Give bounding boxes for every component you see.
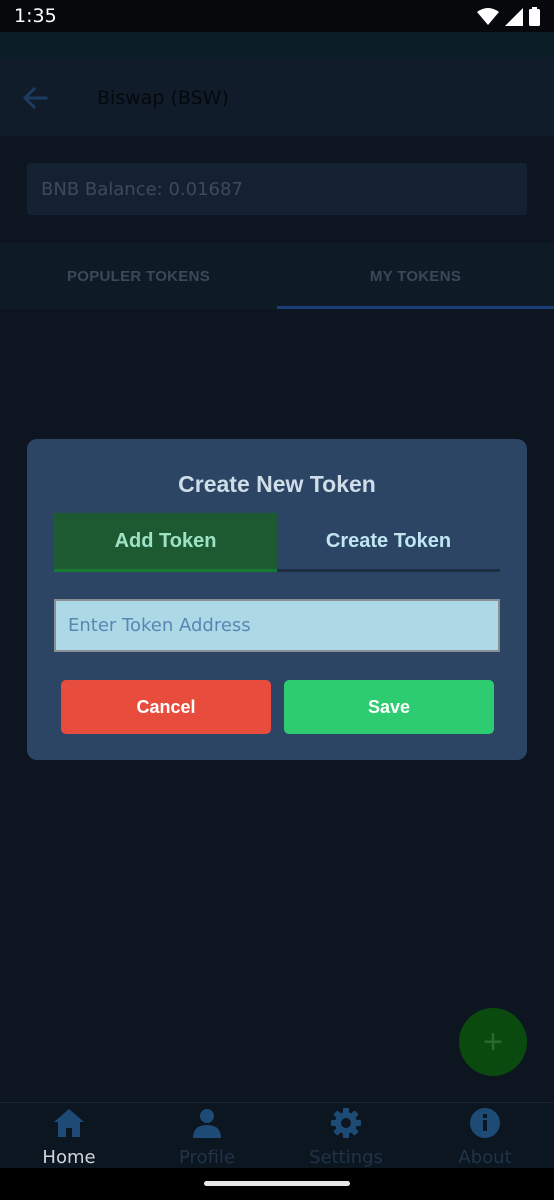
- nav-home-label: Home: [42, 1147, 96, 1168]
- tab-add-token[interactable]: Add Token: [54, 513, 277, 572]
- nav-profile[interactable]: Profile: [138, 1103, 276, 1169]
- info-icon: [470, 1108, 500, 1138]
- token-address-input[interactable]: [54, 599, 500, 652]
- battery-icon: [529, 7, 540, 26]
- home-icon: [54, 1109, 84, 1137]
- add-token-fab[interactable]: +: [459, 1008, 527, 1076]
- nav-home[interactable]: Home: [0, 1103, 138, 1169]
- cancel-button[interactable]: Cancel: [61, 680, 271, 734]
- token-tabs: POPULER TOKENS MY TOKENS: [0, 243, 554, 309]
- tab-popular-tokens[interactable]: POPULER TOKENS: [0, 243, 277, 309]
- status-bar: [0, 0, 554, 32]
- app-bar: [0, 58, 554, 136]
- tab-create-token[interactable]: Create Token: [277, 513, 500, 572]
- gear-icon: [331, 1108, 361, 1138]
- create-token-dialog: Create New Token Add Token Create Token …: [27, 439, 527, 760]
- plus-icon: +: [483, 1022, 503, 1061]
- nav-settings-label: Settings: [309, 1147, 383, 1168]
- top-band: [0, 32, 554, 58]
- nav-profile-label: Profile: [179, 1147, 235, 1168]
- person-icon: [193, 1109, 221, 1138]
- balance-text: BNB Balance: 0.01687: [41, 179, 243, 200]
- gesture-handle[interactable]: [204, 1181, 350, 1186]
- status-time: 1:35: [14, 5, 57, 27]
- nav-settings[interactable]: Settings: [277, 1103, 415, 1169]
- save-button[interactable]: Save: [284, 680, 494, 734]
- status-icons: [477, 7, 540, 26]
- wifi-icon: [477, 7, 499, 25]
- bottom-nav: Home Profile Settings About: [0, 1102, 554, 1169]
- nav-about[interactable]: About: [416, 1103, 554, 1169]
- back-arrow-icon[interactable]: [20, 84, 50, 112]
- tab-indicator: [277, 306, 554, 309]
- dialog-tabs: Add Token Create Token: [54, 513, 500, 572]
- dialog-title: Create New Token: [178, 471, 376, 497]
- app-title: Biswap (BSW): [97, 87, 229, 109]
- nav-about-label: About: [458, 1147, 512, 1168]
- tab-my-tokens[interactable]: MY TOKENS: [277, 243, 554, 309]
- signal-icon: [505, 7, 523, 26]
